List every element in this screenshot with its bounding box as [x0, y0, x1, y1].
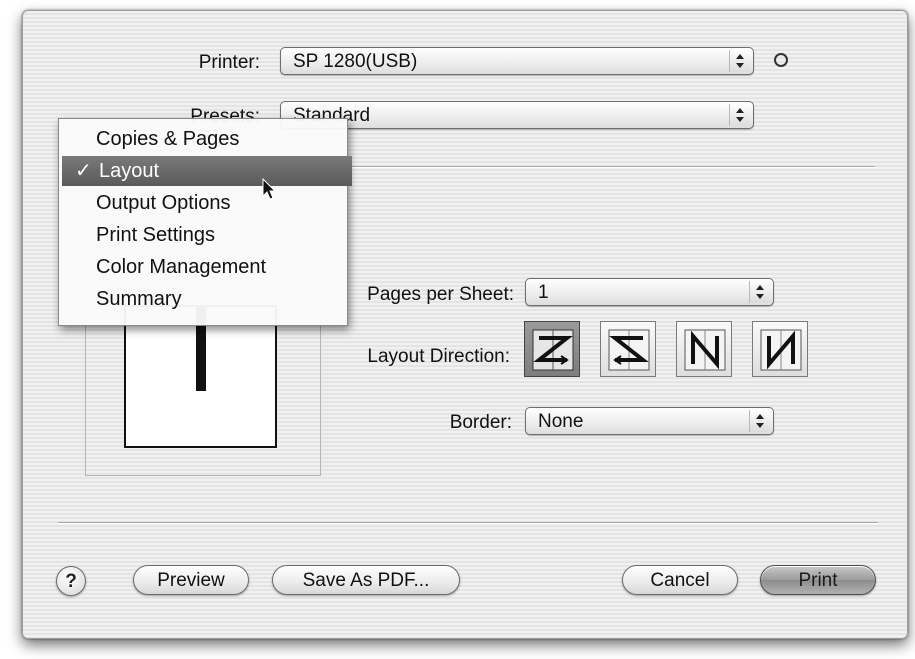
- bottom-separator: [58, 522, 878, 524]
- menu-item-copies-pages[interactable]: Copies & Pages: [59, 124, 347, 154]
- popup-arrows-icon: [729, 50, 750, 72]
- checkmark-icon: ✓: [75, 160, 92, 182]
- printer-info-icon[interactable]: [774, 53, 788, 67]
- popup-arrows-icon: [749, 281, 770, 303]
- menu-item-output-options[interactable]: Output Options: [59, 188, 347, 218]
- menu-item-print-settings[interactable]: Print Settings: [59, 220, 347, 250]
- popup-arrows-icon: [729, 104, 750, 126]
- layout-direction-label: Layout Direction:: [367, 346, 510, 367]
- save-as-pdf-button[interactable]: Save As PDF...: [272, 565, 460, 595]
- popup-arrows-icon: [749, 410, 770, 432]
- z-direction-icon: [532, 329, 574, 371]
- menu-item-label: Output Options: [96, 192, 231, 214]
- n-reverse-direction-icon: [760, 329, 802, 371]
- cancel-button[interactable]: Cancel: [622, 565, 738, 595]
- menu-item-summary[interactable]: Summary: [59, 284, 347, 314]
- s-direction-icon: [608, 329, 650, 371]
- printer-label: Printer:: [198, 52, 260, 73]
- printer-value: SP 1280(USB): [293, 51, 418, 72]
- presets-popup[interactable]: Standard: [280, 101, 754, 129]
- menu-item-label: Print Settings: [96, 224, 215, 246]
- menu-item-label: Summary: [96, 288, 182, 310]
- mouse-cursor-icon: [262, 178, 277, 200]
- border-popup[interactable]: None: [525, 407, 774, 435]
- layout-direction-n-button[interactable]: [676, 321, 732, 377]
- pages-per-sheet-value: 1: [538, 282, 549, 303]
- panel-separator: [345, 166, 875, 168]
- n-direction-icon: [684, 329, 726, 371]
- menu-item-color-management[interactable]: Color Management: [59, 252, 347, 282]
- layout-direction-z-button[interactable]: [524, 321, 580, 377]
- preview-button[interactable]: Preview: [133, 565, 249, 595]
- border-label: Border:: [449, 412, 512, 433]
- help-button[interactable]: ?: [56, 566, 86, 596]
- panel-selector-menu: Copies & Pages ✓ Layout Output Options P…: [58, 118, 352, 326]
- printer-popup[interactable]: SP 1280(USB): [280, 47, 754, 75]
- layout-direction-n-reverse-button[interactable]: [752, 321, 808, 377]
- pages-per-sheet-label: Pages per Sheet:: [367, 284, 514, 305]
- menu-item-label: Layout: [99, 160, 160, 182]
- border-value: None: [538, 411, 584, 432]
- menu-item-layout[interactable]: ✓ Layout: [62, 156, 352, 186]
- menu-item-label: Copies & Pages: [96, 128, 240, 150]
- layout-direction-s-button[interactable]: [600, 321, 656, 377]
- pages-per-sheet-popup[interactable]: 1: [525, 278, 774, 306]
- menu-item-label: Color Management: [96, 256, 267, 278]
- print-button[interactable]: Print: [760, 565, 876, 595]
